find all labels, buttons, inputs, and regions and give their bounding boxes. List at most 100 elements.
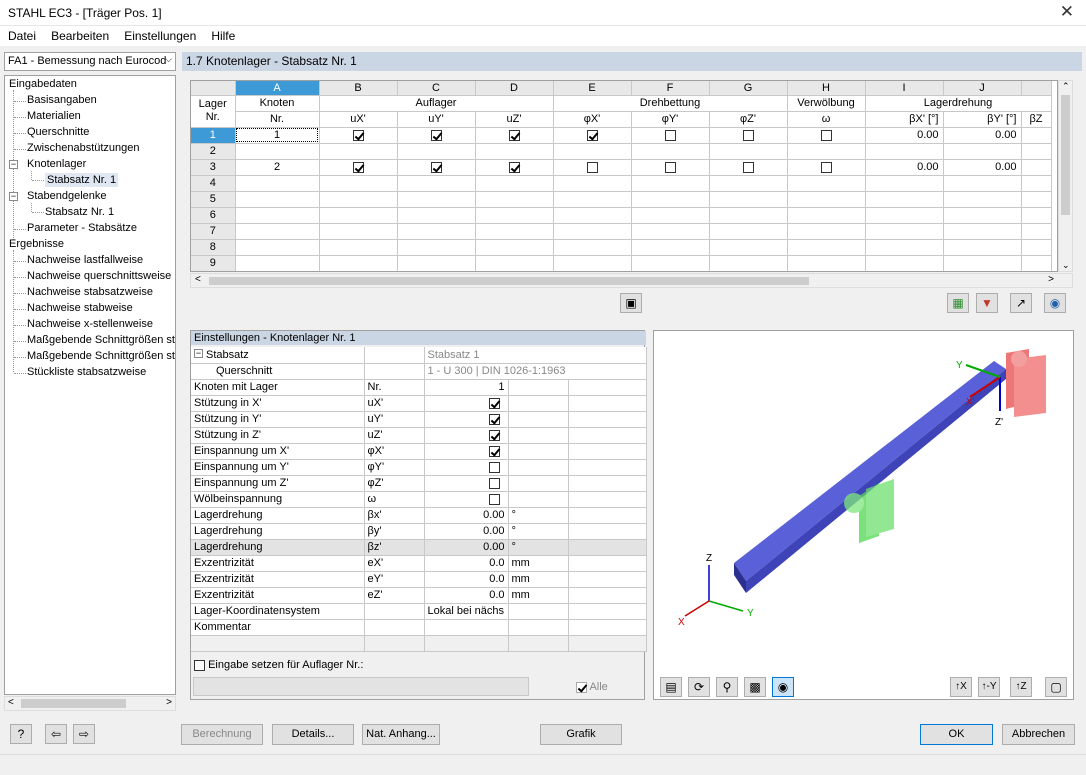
graphic-panel[interactable]: Z' X' Y Z Y X ▤ ⟳ ⚲ ▩ ◉ ↑X ↑-Y ↑Z ▢ <box>653 330 1074 700</box>
setting-value[interactable]: 0.00 <box>424 507 509 524</box>
settings-row[interactable]: Exzentrizität eX' 0.0 mm <box>191 555 647 572</box>
setting-value[interactable]: 1 <box>424 379 509 396</box>
knoten-cell[interactable] <box>235 239 320 256</box>
betay-cell[interactable] <box>943 207 1022 224</box>
grid-cell[interactable] <box>553 255 632 271</box>
tree-result-item[interactable]: Nachweise stabsatzweise <box>27 285 153 299</box>
settings-row[interactable]: Lagerdrehung βx' 0.00 ° <box>191 507 647 524</box>
view-y-button[interactable]: ↑-Y <box>978 677 1000 697</box>
grid-cell[interactable] <box>709 175 788 192</box>
knoten-cell[interactable] <box>235 207 320 224</box>
table-row[interactable]: 8 <box>191 239 1052 256</box>
setting-value[interactable]: 0.0 <box>424 571 509 588</box>
betay-cell[interactable] <box>943 143 1022 160</box>
grid-cell[interactable] <box>631 239 710 256</box>
betax-cell[interactable] <box>865 207 944 224</box>
graphic-tool-button[interactable]: ◉ <box>772 677 794 697</box>
grid-checkbox[interactable] <box>586 161 598 173</box>
tree-result-item[interactable]: Nachweise x-stellenweise <box>27 317 153 331</box>
column-header-c[interactable]: C <box>397 81 476 96</box>
betaz-cell[interactable] <box>1021 175 1052 192</box>
setting-value[interactable]: 0.00 <box>424 523 509 540</box>
grid-cell[interactable] <box>319 239 398 256</box>
table-row[interactable]: 7 <box>191 223 1052 240</box>
berechnung-button[interactable]: Berechnung <box>181 724 263 745</box>
grid-checkbox-cell[interactable] <box>787 159 866 176</box>
tree-result-item[interactable]: Nachweise lastfallweise <box>27 253 143 267</box>
grid-checkbox-cell[interactable] <box>319 159 398 176</box>
eingabe-checkbox-row[interactable]: Eingabe setzen für Auflager Nr.: <box>194 659 363 671</box>
grid-cell[interactable] <box>397 191 476 208</box>
grid-cell[interactable] <box>319 223 398 240</box>
knoten-cell[interactable] <box>235 223 320 240</box>
betaz-cell[interactable] <box>1021 191 1052 208</box>
settings-row[interactable]: Einspannung um Y' φY' <box>191 459 647 476</box>
tree-stabendgelenke-stabsatz-1[interactable]: Stabsatz Nr. 1 <box>45 205 114 219</box>
settings-row[interactable]: Lagerdrehung βy' 0.00 ° <box>191 523 647 540</box>
betaz-cell[interactable] <box>1021 127 1052 144</box>
grid-cell[interactable] <box>553 207 632 224</box>
column-header-d[interactable]: D <box>475 81 554 96</box>
scroll-thumb[interactable] <box>1061 95 1070 215</box>
column-header-b[interactable]: B <box>319 81 398 96</box>
grid-cell[interactable] <box>787 239 866 256</box>
setting-value[interactable]: Lokal bei nächs <box>424 603 509 620</box>
table-row[interactable]: 9 <box>191 255 1052 271</box>
row-number[interactable]: 7 <box>191 223 236 240</box>
scroll-left-icon[interactable]: < <box>8 697 14 708</box>
setting-checkbox-cell[interactable] <box>424 411 509 428</box>
setting-checkbox[interactable] <box>489 477 500 489</box>
setting-checkbox[interactable] <box>489 445 500 457</box>
table-row[interactable]: 5 <box>191 191 1052 208</box>
menu-einstellungen[interactable]: Einstellungen <box>118 26 202 43</box>
betay-cell[interactable] <box>943 255 1022 271</box>
betax-cell[interactable] <box>865 191 944 208</box>
graphic-tool-button[interactable]: ▤ <box>660 677 682 697</box>
settings-row[interactable]: Exzentrizität eY' 0.0 mm <box>191 571 647 588</box>
pick-button[interactable]: ↗ <box>1010 293 1032 313</box>
setting-value[interactable]: 0.0 <box>424 587 509 604</box>
grid-cell[interactable] <box>475 223 554 240</box>
betay-cell[interactable]: 0.00 <box>943 159 1022 176</box>
grid-checkbox[interactable] <box>820 161 832 173</box>
setting-checkbox-cell[interactable] <box>424 475 509 492</box>
tree-result-item[interactable]: Maßgebende Schnittgrößen sta <box>27 349 175 363</box>
column-header-i[interactable]: I <box>865 81 944 96</box>
grid-cell[interactable] <box>709 143 788 160</box>
table-row[interactable]: 6 <box>191 207 1052 224</box>
view-button[interactable]: ◉ <box>1044 293 1066 313</box>
setting-checkbox-cell[interactable] <box>424 395 509 412</box>
eingabe-checkbox[interactable] <box>194 659 205 671</box>
grid-cell[interactable] <box>319 207 398 224</box>
previous-button[interactable]: ⇦ <box>45 724 67 744</box>
tree-result-item[interactable]: Stückliste stabsatzweise <box>27 365 146 379</box>
grid-checkbox-cell[interactable] <box>709 127 788 144</box>
grid-cell[interactable] <box>553 143 632 160</box>
grid-cell[interactable] <box>397 255 476 271</box>
grid-cell[interactable] <box>397 143 476 160</box>
betax-cell[interactable]: 0.00 <box>865 127 944 144</box>
knoten-cell[interactable] <box>235 191 320 208</box>
betay-cell[interactable] <box>943 223 1022 240</box>
help-button[interactable]: ? <box>10 724 32 744</box>
column-header-f[interactable]: F <box>631 81 710 96</box>
settings-row[interactable]: Kommentar <box>191 619 647 636</box>
knoten-cell[interactable] <box>235 143 320 160</box>
grid-checkbox-cell[interactable] <box>397 159 476 176</box>
knoten-cell[interactable] <box>235 255 320 271</box>
setting-checkbox-cell[interactable] <box>424 491 509 508</box>
betay-cell[interactable] <box>943 239 1022 256</box>
abbrechen-button[interactable]: Abbrechen <box>1002 724 1075 745</box>
setting-checkbox[interactable] <box>489 461 500 473</box>
scroll-right-icon[interactable]: > <box>166 697 172 708</box>
settings-row[interactable]: Knoten mit Lager Nr. 1 <box>191 379 647 396</box>
settings-row[interactable]: Einspannung um Z' φZ' <box>191 475 647 492</box>
grid-checkbox[interactable] <box>664 129 676 141</box>
betax-cell[interactable] <box>865 223 944 240</box>
settings-row[interactable]: Einspannung um X' φX' <box>191 443 647 460</box>
betax-cell[interactable]: 0.00 <box>865 159 944 176</box>
grid-checkbox[interactable] <box>742 161 754 173</box>
grid-cell[interactable] <box>631 175 710 192</box>
betaz-cell[interactable] <box>1021 223 1052 240</box>
column-header-a[interactable]: A <box>235 81 320 96</box>
